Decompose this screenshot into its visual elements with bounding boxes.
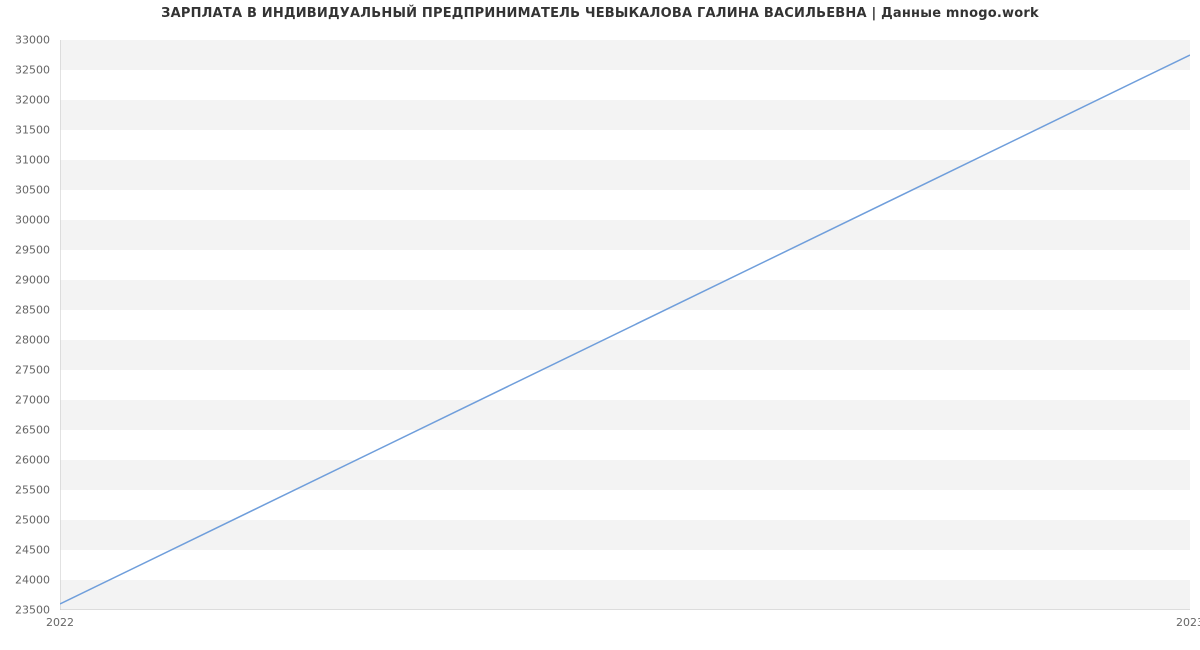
grid-band [60,340,1190,370]
y-tick-label: 26000 [15,454,50,467]
grid-band [60,400,1190,430]
plot-area [60,40,1190,610]
grid-band [60,40,1190,70]
y-tick-label: 26500 [15,424,50,437]
y-tick-label: 29500 [15,244,50,257]
x-tick-label: 2023 [1176,616,1200,629]
y-tick-label: 31000 [15,154,50,167]
grid-band [60,220,1190,250]
x-tick-label: 2022 [46,616,74,629]
chart-title: ЗАРПЛАТА В ИНДИВИДУАЛЬНЫЙ ПРЕДПРИНИМАТЕЛ… [0,6,1200,21]
y-tick-label: 27000 [15,394,50,407]
y-tick-label: 33000 [15,34,50,47]
y-tick-label: 23500 [15,604,50,617]
x-axis-labels: 20222023 [60,610,1190,630]
grid-band [60,580,1190,610]
y-tick-label: 24500 [15,544,50,557]
y-tick-label: 28500 [15,304,50,317]
y-tick-label: 25500 [15,484,50,497]
y-tick-label: 30500 [15,184,50,197]
y-axis-labels: 2350024000245002500025500260002650027000… [0,40,54,610]
y-tick-label: 24000 [15,574,50,587]
y-tick-label: 25000 [15,514,50,527]
y-tick-label: 28000 [15,334,50,347]
grid-band [60,520,1190,550]
grid-band [60,280,1190,310]
chart-container: ЗАРПЛАТА В ИНДИВИДУАЛЬНЫЙ ПРЕДПРИНИМАТЕЛ… [0,0,1200,650]
grid-band [60,100,1190,130]
y-tick-label: 27500 [15,364,50,377]
grid-band [60,460,1190,490]
y-tick-label: 32500 [15,64,50,77]
plot-svg [60,40,1190,610]
y-tick-label: 30000 [15,214,50,227]
grid-band [60,160,1190,190]
y-tick-label: 31500 [15,124,50,137]
y-tick-label: 32000 [15,94,50,107]
y-tick-label: 29000 [15,274,50,287]
grid-bands [60,40,1190,610]
